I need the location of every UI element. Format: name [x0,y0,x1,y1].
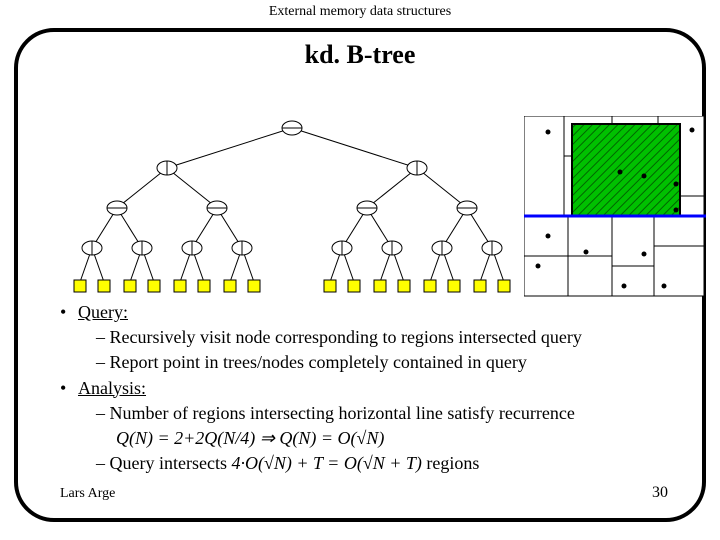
slide-page: External memory data structures kd. B-tr… [0,0,720,540]
analysis-equation: Q(N) = 2+2Q(N/4) ⇒ Q(N) = O(√N) [116,426,700,451]
slide-header: External memory data structures [0,0,720,20]
bullet-dot-icon: • [60,300,78,325]
bullet-query: • Query: [60,300,700,325]
query-sub-1: – Recursively visit node corresponding t… [96,325,700,350]
eq-rhs-prefix: Q(N) = [279,428,337,448]
slide-title: kd. B-tree [18,32,702,70]
analysis-heading: Analysis: [78,376,146,401]
eq-rhs-math: O(√N) [338,428,385,448]
query-sub-2: – Report point in trees/nodes completely… [96,350,700,375]
footer-page-number: 30 [652,484,668,502]
bullet-analysis: • Analysis: [60,376,700,401]
kd-tree-diagram [62,114,522,294]
analysis-sub-2: – Query intersects 4·O(√N) + T = O(√N + … [96,451,700,476]
footer-author: Lars Arge [60,486,115,502]
slide-body: • Query: – Recursively visit node corres… [60,300,700,476]
slide-frame: kd. B-tree [14,28,706,522]
analysis-sub2-prefix: – Query intersects [96,453,231,473]
spatial-grid-diagram [524,116,706,298]
analysis-sub2-suffix: regions [426,453,479,473]
implies-icon: ⇒ [260,428,275,448]
query-heading: Query: [78,300,128,325]
analysis-sub2-math: 4·O(√N) + T = O(√N + T) [231,453,421,473]
eq-lhs: Q(N) = 2+2Q(N/4) [116,428,260,448]
bullet-dot-icon: • [60,376,78,401]
analysis-sub-1: – Number of regions intersecting horizon… [96,401,700,426]
